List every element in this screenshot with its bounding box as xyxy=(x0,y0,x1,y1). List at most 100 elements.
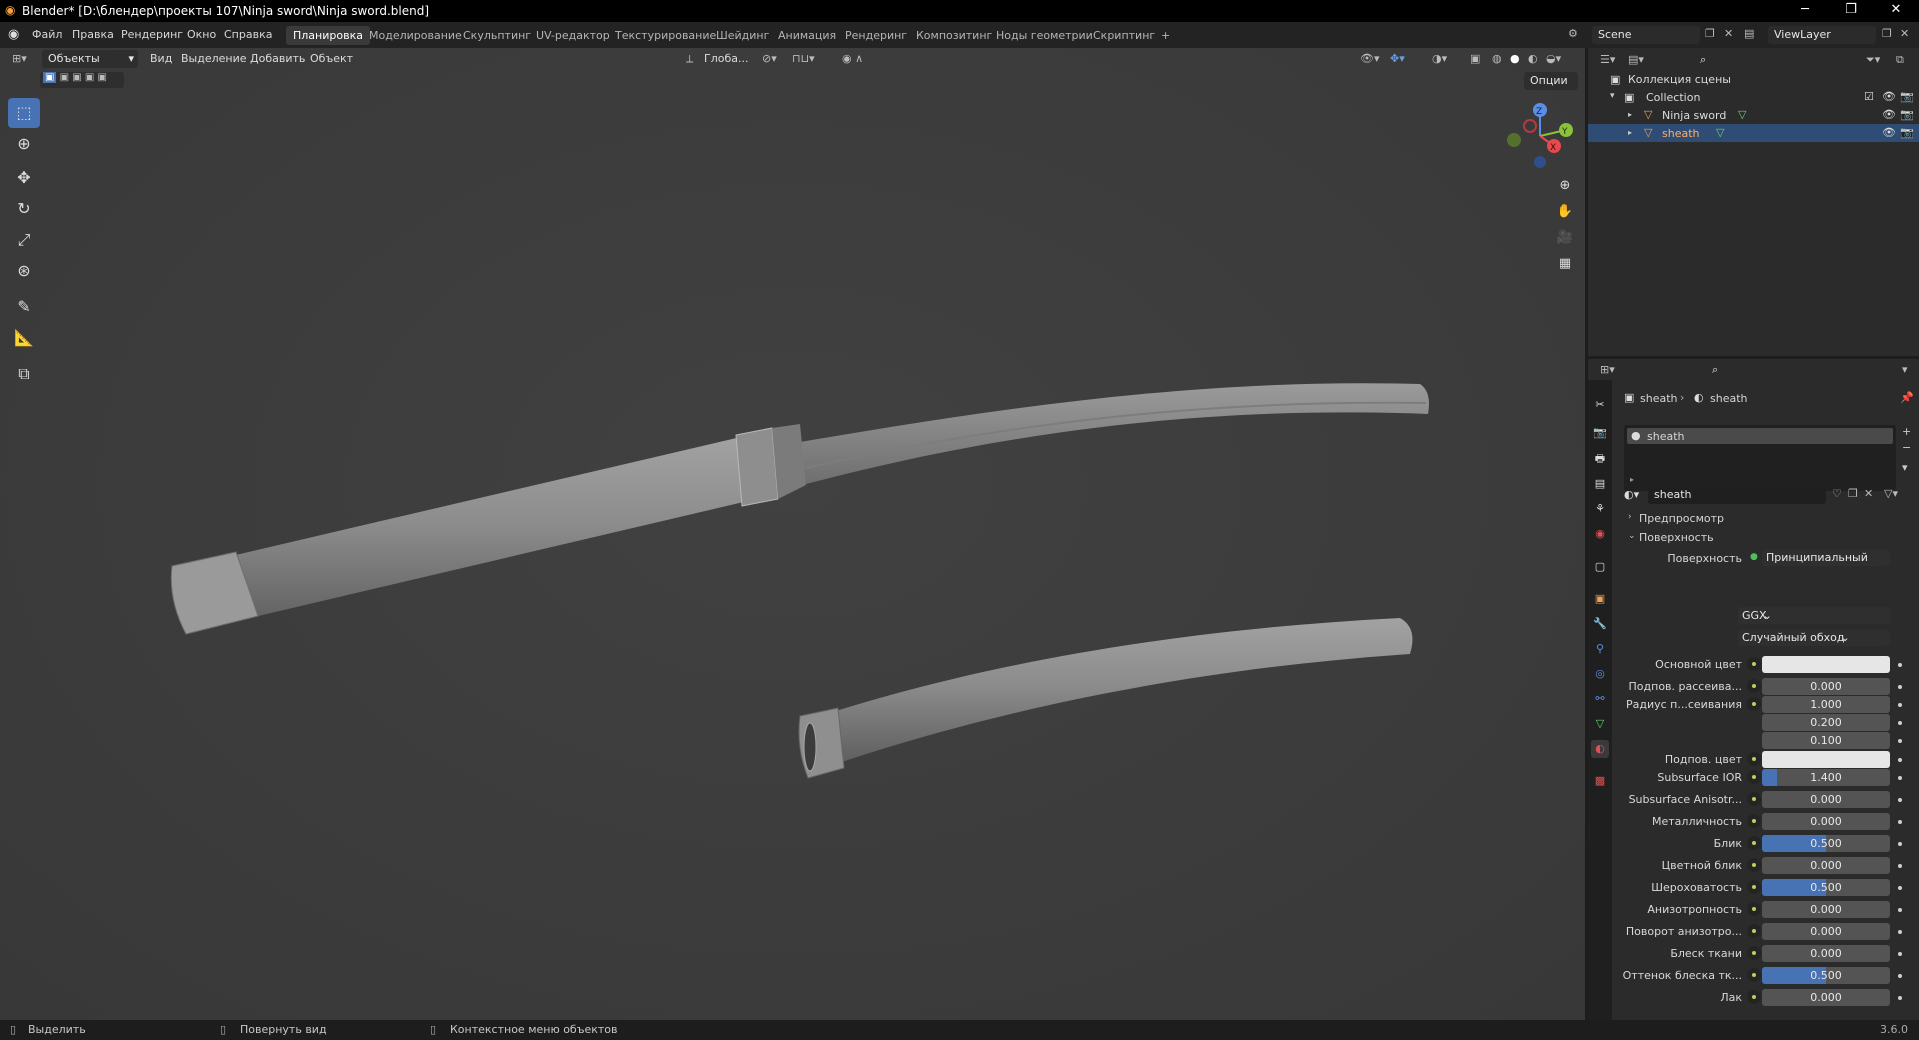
menu-view[interactable]: Вид xyxy=(150,52,172,65)
keyframe-dot-icon[interactable] xyxy=(1898,842,1902,846)
checkbox-icon[interactable]: ☑ xyxy=(1864,90,1874,103)
pin-icon[interactable]: 📌 xyxy=(1900,391,1914,404)
tab-animation[interactable]: Анимация xyxy=(771,26,843,45)
tab-modeling[interactable]: Моделирование xyxy=(362,26,469,45)
keyframe-dot-icon[interactable] xyxy=(1898,908,1902,912)
socket-icon[interactable] xyxy=(1747,902,1761,916)
pivot-icon[interactable]: ⊘▾ xyxy=(762,52,777,65)
value-slider[interactable]: 1.000 xyxy=(1762,696,1890,713)
select-mode-buttons[interactable]: ▣ ▣ ▣ ▣ ▣ xyxy=(40,72,124,88)
value-slider[interactable]: 0.000 xyxy=(1762,791,1890,808)
menu-help[interactable]: Справка xyxy=(224,28,272,41)
keyframe-dot-icon[interactable] xyxy=(1898,974,1902,978)
camera-icon[interactable]: 📷 xyxy=(1900,126,1914,139)
socket-icon[interactable] xyxy=(1747,697,1761,711)
expand-arrow-icon[interactable]: ▸ xyxy=(1628,110,1632,119)
collapse-arrow-icon[interactable]: › xyxy=(1628,512,1632,522)
3d-viewport[interactable] xyxy=(0,48,1585,1020)
keyframe-dot-icon[interactable] xyxy=(1898,721,1902,725)
tab-sculpting[interactable]: Скульптинг xyxy=(456,26,538,45)
scale-tool[interactable]: ⤢ xyxy=(8,225,40,255)
tab-rendering[interactable]: Рендеринг xyxy=(838,26,914,45)
fake-user-icon[interactable]: ♡ xyxy=(1832,487,1842,500)
outliner-search[interactable]: ⌕ xyxy=(1694,51,1794,69)
eye-icon[interactable]: 👁 xyxy=(1882,126,1896,139)
socket-icon[interactable] xyxy=(1747,679,1761,693)
rotate-tool[interactable]: ↻ xyxy=(8,194,40,224)
outliner-editor-icon[interactable]: ☰▾ xyxy=(1600,53,1615,66)
overlay-icon[interactable]: ◑▾ xyxy=(1432,52,1447,65)
value-slider[interactable]: 1.400 xyxy=(1762,769,1890,786)
restore-button[interactable]: ❐ xyxy=(1828,0,1874,22)
camera-icon[interactable]: 📷 xyxy=(1900,108,1914,121)
socket-icon[interactable] xyxy=(1747,924,1761,938)
outliner-row-scene-collection[interactable]: ▣ Коллекция сцены xyxy=(1588,70,1919,88)
new-scene-icon[interactable]: ❐ xyxy=(1705,27,1715,40)
tab-layout[interactable]: Планировка xyxy=(286,26,370,45)
duplicate-material-icon[interactable]: ❐ xyxy=(1848,487,1858,500)
outliner-row-sheath[interactable]: ▸ ▽ sheath ▽ 👁 📷 xyxy=(1588,124,1919,142)
rendered-shading-icon[interactable]: ◒▾ xyxy=(1546,52,1561,65)
keyframe-dot-icon[interactable] xyxy=(1898,864,1902,868)
chevron-down-icon[interactable]: ▾ xyxy=(1902,363,1908,376)
texture-tab-icon[interactable]: ▩ xyxy=(1591,772,1609,790)
view-layer-tab-icon[interactable]: ▤ xyxy=(1591,475,1609,493)
new-collection-icon[interactable]: ⧉ xyxy=(1896,53,1904,67)
keyframe-dot-icon[interactable] xyxy=(1898,798,1902,802)
menu-add[interactable]: Добавить xyxy=(250,52,305,65)
menu-object[interactable]: Объект xyxy=(310,52,353,65)
tab-compositing[interactable]: Композитинг xyxy=(909,26,999,45)
value-slider[interactable]: 0.500 xyxy=(1762,967,1890,984)
socket-icon[interactable] xyxy=(1747,814,1761,828)
xray-icon[interactable]: ▣ xyxy=(1470,52,1480,65)
close-button[interactable]: ✕ xyxy=(1873,0,1919,22)
blender-menu-icon[interactable]: ◉ xyxy=(8,27,19,42)
socket-icon[interactable] xyxy=(1747,792,1761,806)
pan-hand-icon[interactable]: ✋ xyxy=(1553,200,1577,224)
socket-icon[interactable] xyxy=(1747,752,1761,766)
value-slider[interactable]: 0.000 xyxy=(1762,945,1890,962)
keyframe-dot-icon[interactable] xyxy=(1898,663,1902,667)
keyframe-dot-icon[interactable] xyxy=(1898,739,1902,743)
world-tab-icon[interactable]: ◉ xyxy=(1591,525,1609,543)
scene-icon[interactable]: ⚙ xyxy=(1568,27,1578,40)
data-tab-icon[interactable]: ▽ xyxy=(1591,715,1609,733)
select-new-icon[interactable]: ▣ xyxy=(43,72,57,83)
delete-scene-icon[interactable]: ✕ xyxy=(1724,27,1733,40)
tab-shading[interactable]: Шейдинг xyxy=(709,26,776,45)
surface-shader-field[interactable]: Принципиальный BSDF xyxy=(1762,549,1890,566)
cursor-tool[interactable]: ⊕ xyxy=(8,129,40,159)
value-slider[interactable]: 0.200 xyxy=(1762,714,1890,731)
expand-arrow-icon[interactable]: ⌄ xyxy=(1628,531,1636,541)
physics-tab-icon[interactable]: ◎ xyxy=(1591,665,1609,683)
keyframe-dot-icon[interactable] xyxy=(1898,703,1902,707)
value-slider[interactable]: 0.000 xyxy=(1762,923,1890,940)
delete-view-layer-icon[interactable]: ✕ xyxy=(1900,27,1909,40)
distribution-dropdown[interactable]: GGX⌄ xyxy=(1738,607,1890,624)
zoom-icon[interactable]: ⊕ xyxy=(1553,174,1577,198)
measure-tool[interactable]: 📐 xyxy=(8,323,40,353)
tab-uv-editing[interactable]: UV-редактор xyxy=(529,26,617,45)
value-slider[interactable]: 0.000 xyxy=(1762,901,1890,918)
transform-orientation-icon[interactable]: ⟂ xyxy=(686,52,693,66)
material-tab-icon[interactable]: ◐ xyxy=(1591,740,1609,758)
keyframe-dot-icon[interactable] xyxy=(1898,996,1902,1000)
properties-search[interactable]: ⌕ xyxy=(1706,361,1796,379)
scene-selector[interactable]: Scene xyxy=(1592,26,1700,44)
select-box-tool[interactable]: ⬚ xyxy=(8,98,40,128)
keyframe-dot-icon[interactable] xyxy=(1898,820,1902,824)
properties-editor-icon[interactable]: ⊞▾ xyxy=(1600,363,1615,376)
new-view-layer-icon[interactable]: ❐ xyxy=(1882,27,1892,40)
browse-material-icon[interactable]: ◐▾ xyxy=(1624,488,1639,501)
socket-icon[interactable] xyxy=(1747,880,1761,894)
modifier-tab-icon[interactable]: 🔧 xyxy=(1591,615,1609,633)
tab-scripting[interactable]: Скриптинг xyxy=(1086,26,1162,45)
keyframe-dot-icon[interactable] xyxy=(1898,758,1902,762)
value-slider[interactable]: 0.500 xyxy=(1762,835,1890,852)
output-tab-icon[interactable]: 🖶 xyxy=(1591,450,1609,468)
socket-icon[interactable] xyxy=(1747,770,1761,784)
unlink-material-icon[interactable]: ✕ xyxy=(1864,487,1873,500)
view-layer-selector[interactable]: ViewLayer xyxy=(1768,26,1876,44)
material-slot-list[interactable]: ● sheath ▸ xyxy=(1624,425,1896,491)
material-name-field[interactable]: sheath xyxy=(1648,486,1826,504)
